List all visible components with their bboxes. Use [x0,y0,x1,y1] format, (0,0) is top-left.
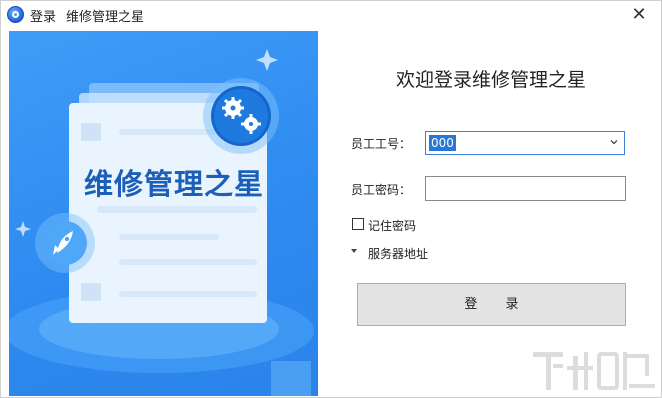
remember-password-label[interactable]: 记住密码 [368,217,416,234]
sparkle-icon [256,49,278,71]
window-title: 登录 维修管理之星 [30,6,144,25]
rocket-icon [35,213,95,273]
login-window: 登录 维修管理之星 ✕ 维修管理之星 欢迎登录维修管理之星 员工工号： 000 … [0,0,662,398]
employee-id-combobox[interactable]: 000 [425,131,625,155]
password-label: 员工密码： [351,183,412,197]
close-button[interactable]: ✕ [627,3,651,27]
watermark-logo [533,352,655,390]
welcome-heading: 欢迎登录维修管理之星 [395,69,586,91]
banner-product-name: 维修管理之星 [84,167,265,201]
remember-password-checkbox[interactable] [352,218,364,230]
title-bar: 登录 维修管理之星 ✕ [1,1,661,29]
server-address-expander[interactable]: 服务器地址 [368,245,428,262]
login-button[interactable]: 登 录 [357,283,626,326]
employee-id-value[interactable]: 000 [429,135,456,151]
banner-illustration: 维修管理之星 [9,31,318,396]
chevron-down-icon[interactable] [610,138,618,146]
banner-artwork [9,49,314,396]
expand-arrow-icon[interactable] [351,249,357,253]
password-field[interactable] [425,176,626,201]
window-title-app: 维修管理之星 [66,10,145,25]
app-logo-icon [7,6,24,23]
window-title-action: 登录 [30,10,57,25]
gears-icon [203,78,279,154]
employee-id-label: 员工工号： [351,137,412,151]
